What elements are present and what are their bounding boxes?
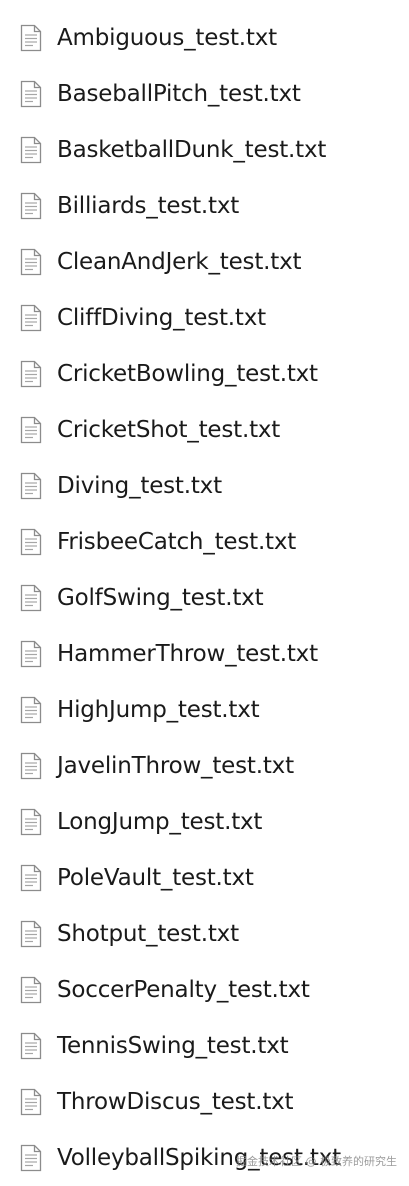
- file-item[interactable]: GolfSwing_test.txt: [0, 570, 409, 626]
- text-file-icon: [20, 808, 42, 836]
- file-name: Shotput_test.txt: [57, 921, 239, 947]
- file-item[interactable]: Diving_test.txt: [0, 458, 409, 514]
- file-name: CliffDiving_test.txt: [57, 305, 266, 331]
- file-item[interactable]: HammerThrow_test.txt: [0, 626, 409, 682]
- text-file-icon: [20, 1088, 42, 1116]
- file-name: LongJump_test.txt: [57, 809, 263, 835]
- text-file-icon: [20, 864, 42, 892]
- file-list: Ambiguous_test.txt BaseballPitch_test.txt…: [0, 10, 409, 1186]
- file-name: BaseballPitch_test.txt: [57, 81, 301, 107]
- text-file-icon: [20, 752, 42, 780]
- file-name: Billiards_test.txt: [57, 193, 240, 219]
- text-file-icon: [20, 584, 42, 612]
- text-file-icon: [20, 192, 42, 220]
- file-name: CricketBowling_test.txt: [57, 361, 318, 387]
- file-item[interactable]: ThrowDiscus_test.txt: [0, 1074, 409, 1130]
- text-file-icon: [20, 472, 42, 500]
- file-name: HighJump_test.txt: [57, 697, 260, 723]
- file-item[interactable]: TennisSwing_test.txt: [0, 1018, 409, 1074]
- file-item[interactable]: Billiards_test.txt: [0, 178, 409, 234]
- file-item[interactable]: CricketBowling_test.txt: [0, 346, 409, 402]
- file-item[interactable]: HighJump_test.txt: [0, 682, 409, 738]
- file-item[interactable]: LongJump_test.txt: [0, 794, 409, 850]
- text-file-icon: [20, 976, 42, 1004]
- file-name: CleanAndJerk_test.txt: [57, 249, 302, 275]
- file-name: FrisbeeCatch_test.txt: [57, 529, 297, 555]
- file-item[interactable]: FrisbeeCatch_test.txt: [0, 514, 409, 570]
- file-item[interactable]: Ambiguous_test.txt: [0, 10, 409, 66]
- file-name: CricketShot_test.txt: [57, 417, 281, 443]
- file-item[interactable]: SoccerPenalty_test.txt: [0, 962, 409, 1018]
- file-name: TennisSwing_test.txt: [57, 1033, 289, 1059]
- text-file-icon: [20, 416, 42, 444]
- file-name: SoccerPenalty_test.txt: [57, 977, 310, 1003]
- file-item[interactable]: PoleVault_test.txt: [0, 850, 409, 906]
- text-file-icon: [20, 920, 42, 948]
- file-name: PoleVault_test.txt: [57, 865, 254, 891]
- file-item[interactable]: CliffDiving_test.txt: [0, 290, 409, 346]
- text-file-icon: [20, 304, 42, 332]
- file-item[interactable]: JavelinThrow_test.txt: [0, 738, 409, 794]
- file-name: Ambiguous_test.txt: [57, 25, 277, 51]
- text-file-icon: [20, 80, 42, 108]
- file-item[interactable]: BaseballPitch_test.txt: [0, 66, 409, 122]
- watermark: 掘金技术社区 @ 极致养的研究生: [236, 1155, 397, 1168]
- text-file-icon: [20, 248, 42, 276]
- file-name: HammerThrow_test.txt: [57, 641, 318, 667]
- file-name: Diving_test.txt: [57, 473, 222, 499]
- text-file-icon: [20, 528, 42, 556]
- file-name: JavelinThrow_test.txt: [57, 753, 294, 779]
- text-file-icon: [20, 360, 42, 388]
- file-item[interactable]: Shotput_test.txt: [0, 906, 409, 962]
- text-file-icon: [20, 1144, 42, 1172]
- file-item[interactable]: BasketballDunk_test.txt: [0, 122, 409, 178]
- text-file-icon: [20, 136, 42, 164]
- text-file-icon: [20, 1032, 42, 1060]
- file-item[interactable]: CleanAndJerk_test.txt: [0, 234, 409, 290]
- text-file-icon: [20, 640, 42, 668]
- file-name: GolfSwing_test.txt: [57, 585, 264, 611]
- text-file-icon: [20, 696, 42, 724]
- text-file-icon: [20, 24, 42, 52]
- file-name: BasketballDunk_test.txt: [57, 137, 327, 163]
- file-item[interactable]: CricketShot_test.txt: [0, 402, 409, 458]
- file-name: ThrowDiscus_test.txt: [57, 1089, 294, 1115]
